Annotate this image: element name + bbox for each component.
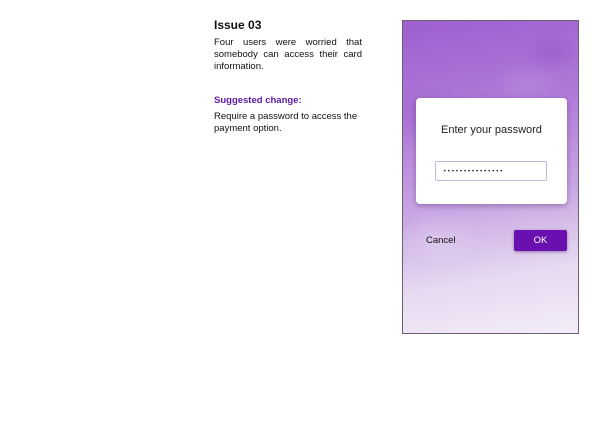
phone-mockup: Enter your password Cancel OK: [402, 20, 579, 334]
cancel-button[interactable]: Cancel: [426, 235, 456, 246]
password-input[interactable]: [435, 161, 547, 181]
issue-title: Issue 03: [214, 18, 262, 32]
ok-button[interactable]: OK: [514, 230, 567, 251]
issue-description: Four users were worried that somebody ca…: [214, 37, 362, 72]
suggested-change-text: Require a password to access the payment…: [214, 111, 358, 134]
password-dialog: Enter your password: [416, 98, 567, 204]
issue-panel: Issue 03 Four users were worried that so…: [214, 18, 362, 135]
suggested-change-label: Suggested change:: [214, 95, 302, 106]
dialog-title: Enter your password: [441, 124, 542, 136]
